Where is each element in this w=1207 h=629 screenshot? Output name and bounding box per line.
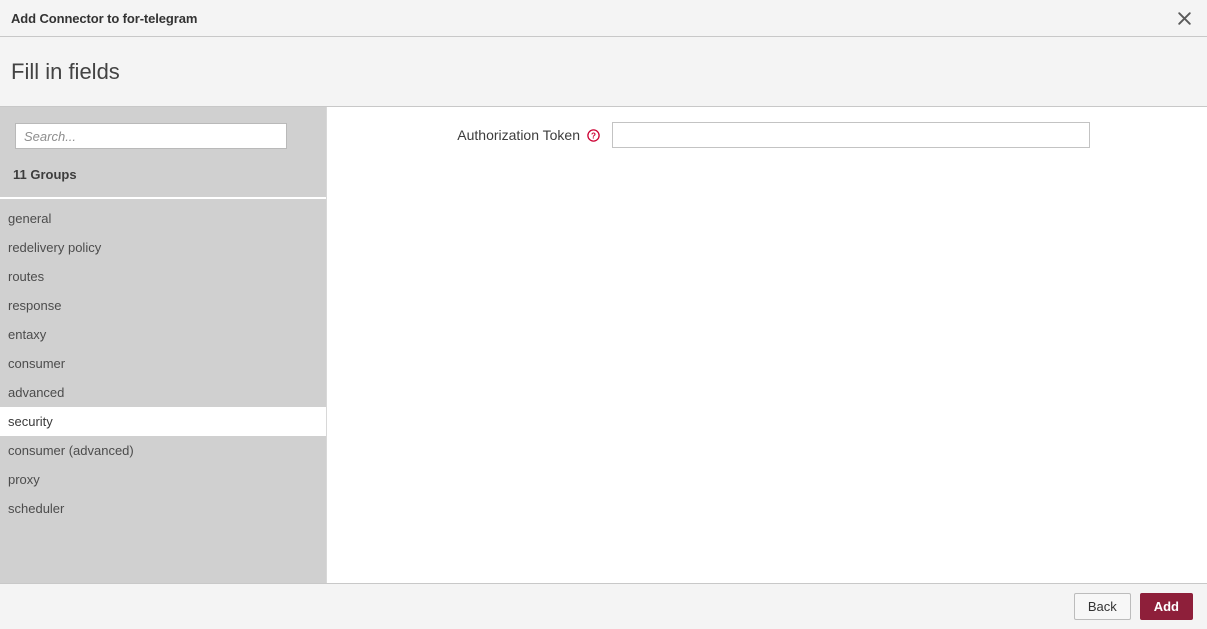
add-button[interactable]: Add — [1139, 593, 1193, 620]
sidebar-item-security[interactable]: security — [0, 407, 326, 436]
dialog-body: 11 Groups generalredelivery policyroutes… — [0, 107, 1207, 583]
step-heading: Fill in fields — [11, 58, 120, 84]
dialog-titlebar: Add Connector to for-telegram — [0, 0, 1207, 37]
sidebar-item-redelivery-policy[interactable]: redelivery policy — [0, 233, 326, 262]
dialog-title: Add Connector to for-telegram — [11, 10, 198, 26]
sidebar-item-response[interactable]: response — [0, 291, 326, 320]
field-label-row: Authorization Token ? — [327, 127, 612, 143]
sidebar-search-area: 11 Groups — [0, 107, 326, 199]
sidebar-item-routes[interactable]: routes — [0, 262, 326, 291]
sidebar-item-advanced[interactable]: advanced — [0, 378, 326, 407]
field-label: Authorization Token — [457, 127, 580, 143]
authorization-token-input[interactable] — [612, 122, 1090, 148]
search-input[interactable] — [15, 123, 287, 149]
sidebar-item-scheduler[interactable]: scheduler — [0, 494, 326, 523]
sidebar-item-proxy[interactable]: proxy — [0, 465, 326, 494]
sidebar-item-general[interactable]: general — [0, 204, 326, 233]
fields-panel: Authorization Token ? — [327, 107, 1207, 583]
sidebar-item-consumer-advanced[interactable]: consumer (advanced) — [0, 436, 326, 465]
group-count-label: 11 Groups — [13, 167, 77, 182]
add-connector-dialog: Add Connector to for-telegram Fill in fi… — [0, 0, 1207, 629]
form-row: Authorization Token ? — [327, 107, 1207, 148]
help-circle-glyph: ? — [587, 128, 600, 142]
groups-list: general redelivery policy routes response en… — [0, 199, 326, 583]
sidebar-item-consumer[interactable]: consumer — [0, 349, 326, 378]
close-icon[interactable] — [1169, 4, 1199, 32]
back-button[interactable]: Back — [1073, 593, 1131, 620]
help-circle-icon[interactable]: ? — [587, 128, 600, 142]
groups-sidebar: 11 Groups generalredelivery policyroutes… — [0, 107, 327, 583]
sidebar-item-entaxy[interactable]: entaxy — [0, 320, 326, 349]
close-x-glyph — [1177, 11, 1191, 25]
svg-text:?: ? — [591, 131, 596, 140]
dialog-footer: Back Add — [0, 583, 1207, 629]
step-header: Fill in fields — [0, 37, 1207, 107]
